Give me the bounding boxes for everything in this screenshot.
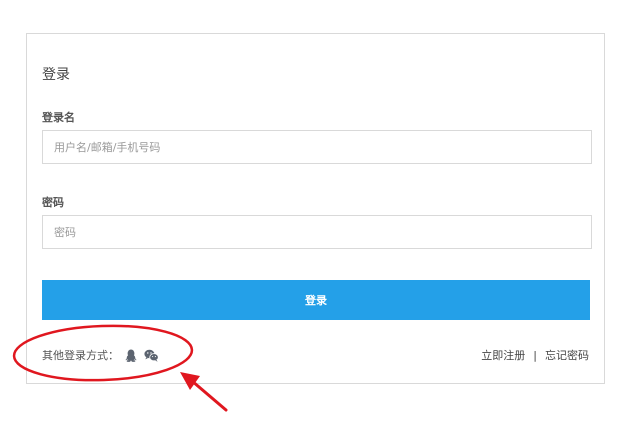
register-link[interactable]: 立即注册 (481, 347, 525, 363)
password-label: 密码 (42, 196, 64, 209)
page: 登录 登录名 密码 登录 其他登录方式： (0, 0, 629, 432)
account-links: 立即注册 | 忘记密码 (481, 347, 589, 363)
other-login-label: 其他登录方式： (42, 349, 119, 362)
wechat-icon[interactable] (143, 347, 159, 363)
login-button[interactable]: 登录 (42, 280, 590, 320)
login-card: 登录 登录名 密码 登录 其他登录方式： (26, 33, 605, 384)
annotation-arrow-shaft (190, 379, 228, 412)
other-login-methods: 其他登录方式： (42, 347, 159, 363)
card-title: 登录 (42, 67, 70, 83)
username-input[interactable] (42, 130, 592, 164)
link-separator: | (533, 348, 537, 362)
forgot-password-link[interactable]: 忘记密码 (545, 347, 589, 363)
qq-icon[interactable] (123, 347, 139, 363)
password-input[interactable] (42, 215, 592, 249)
username-label: 登录名 (42, 111, 75, 124)
